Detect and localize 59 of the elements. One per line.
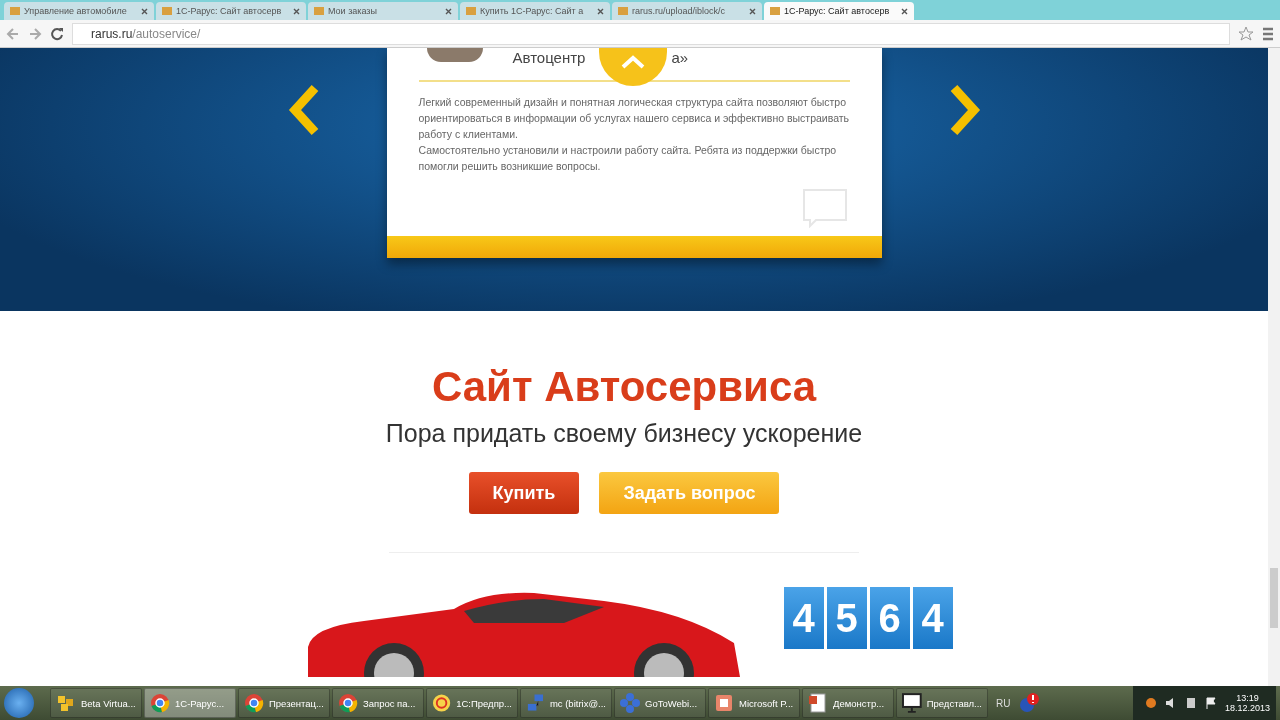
- reload-icon[interactable]: [50, 26, 64, 41]
- close-icon[interactable]: [901, 7, 908, 15]
- counter-digit: 6: [869, 587, 910, 649]
- cubes-icon: [56, 693, 76, 713]
- taskbar-item[interactable]: GoToWebi...: [614, 688, 706, 718]
- close-icon[interactable]: [141, 7, 148, 15]
- caret-icon: [619, 55, 646, 69]
- taskbar-item[interactable]: mc (bitrix@...: [520, 688, 612, 718]
- testimonial-text: Легкий современный дизайн и понятная логическая структура сайта позволяют быстро ориентироваться в информации об услугах нашего сервиса и эффективно выстраивать работу с клиентами.: [418, 95, 850, 142]
- author-name: а»: [671, 50, 689, 66]
- author-name: Автоцентр: [512, 50, 586, 66]
- taskbar-item[interactable]: Демонстр...: [802, 688, 894, 718]
- language-indicator[interactable]: RU: [996, 697, 1011, 709]
- taskbar-item[interactable]: 1С:Предпр...: [426, 688, 518, 718]
- clock-date[interactable]: 18.12.2013: [1224, 703, 1270, 713]
- testimonial-text: Самостоятельно установили и настроили работу сайта. Ребята из поддержки быстро помогли решить возникшие вопросы.: [418, 143, 838, 174]
- counter-digit: 4: [783, 587, 824, 649]
- close-icon[interactable]: [597, 7, 604, 15]
- presentation-icon: [714, 693, 734, 713]
- browser-tab[interactable]: 1С-Рарус: Сайт автосерв: [156, 2, 306, 20]
- browser-icon: [338, 693, 358, 713]
- taskbar-item[interactable]: Beta Virtua...: [50, 688, 142, 718]
- taskbar-item[interactable]: Представл...: [896, 688, 988, 718]
- browser-tab[interactable]: rarus.ru/upload/iblock/c: [612, 2, 762, 20]
- star-icon[interactable]: [1238, 25, 1254, 42]
- counter-digit: 4: [912, 587, 953, 649]
- flower-icon: [620, 693, 640, 713]
- avatar: [426, 48, 483, 62]
- hero-title: Сайт Автосервиса: [431, 363, 817, 411]
- close-icon[interactable]: [445, 7, 452, 15]
- app-tray-icon[interactable]: [1144, 697, 1157, 709]
- close-icon[interactable]: [749, 7, 756, 15]
- taskbar-item[interactable]: Презентац...: [238, 688, 330, 718]
- scrollbar-thumb[interactable]: [1270, 568, 1278, 628]
- taskbar-item[interactable]: Microsoft P...: [708, 688, 800, 718]
- browser-tab[interactable]: Мои заказы: [308, 2, 458, 20]
- address-field[interactable]: rarus.ru/autoservice/: [72, 22, 1230, 45]
- browser-icon: [244, 693, 264, 713]
- browser-tab[interactable]: Управление автомобиле: [4, 2, 154, 20]
- taskbar-item[interactable]: Запрос па...: [332, 688, 424, 718]
- start-button[interactable]: [4, 688, 34, 718]
- browser-tab[interactable]: Купить 1С-Рарус: Сайт а: [460, 2, 610, 20]
- alert-icon[interactable]: [1018, 692, 1041, 714]
- buy-button[interactable]: Купить: [468, 472, 580, 514]
- browser-icon: [150, 693, 170, 713]
- clock-time[interactable]: 13:19: [1236, 693, 1259, 703]
- projector-screen-icon: [902, 693, 922, 713]
- network-status-icon[interactable]: [1184, 697, 1197, 709]
- document-icon: [808, 693, 828, 713]
- speech-bubble-icon: [801, 188, 848, 228]
- taskbar-item[interactable]: 1С-Рарус...: [144, 688, 236, 718]
- network-icon: [526, 693, 545, 713]
- hero-subtitle: Пора придать своему бизнесу ускорение: [385, 419, 863, 448]
- menu-icon[interactable]: [1262, 26, 1274, 41]
- browser-tab[interactable]: 1С-Рарус: Сайт автосерв: [764, 2, 914, 20]
- close-icon[interactable]: [293, 7, 300, 15]
- logo-icon: [432, 693, 452, 713]
- flag-icon[interactable]: [1204, 697, 1217, 709]
- counter-digit: 5: [826, 587, 867, 649]
